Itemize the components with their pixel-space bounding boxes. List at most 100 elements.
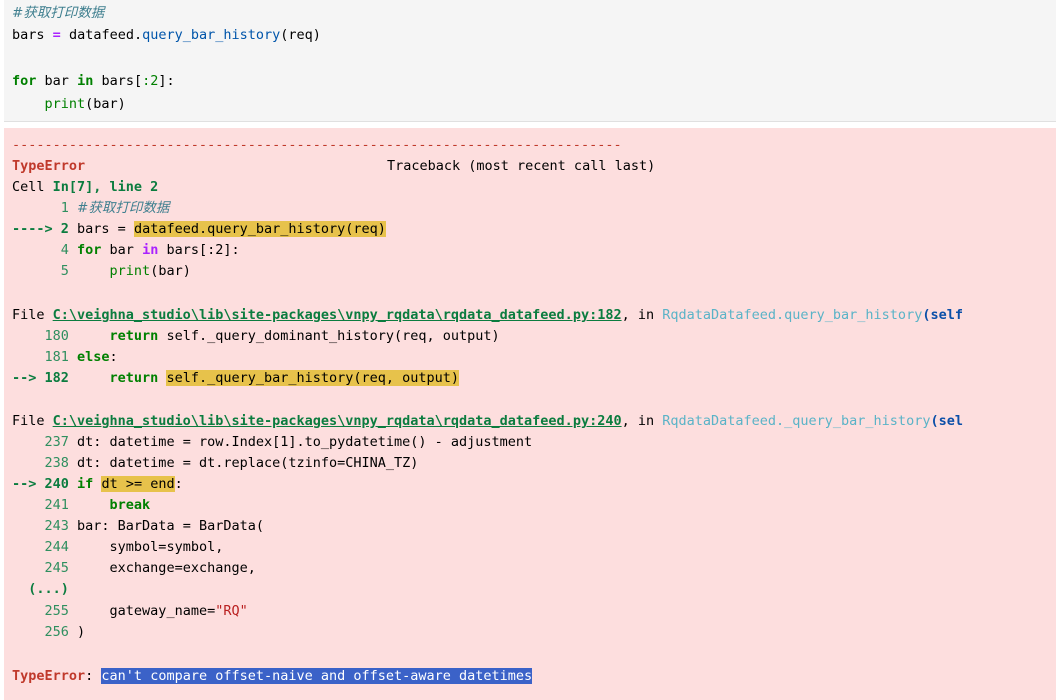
line-number: 245 [12, 560, 69, 576]
cell-reference: Cell In[7], line 2 [12, 177, 158, 198]
code-token: (bar) [85, 96, 126, 112]
code-operator: = [52, 27, 61, 43]
error-name: TypeError [12, 668, 86, 684]
line-number: 237 [12, 434, 69, 450]
frame3-ellipsis: (...) [12, 579, 69, 600]
line-number: 181 [12, 349, 69, 365]
frame3-line: 238 dt: datetime = dt.replace(tzinfo=CHI… [12, 453, 419, 474]
line-number: 1 [12, 200, 69, 216]
code-token: : [109, 349, 118, 365]
traceback-separator: ----------------------------------------… [12, 137, 622, 153]
code-token: bar [44, 73, 69, 89]
cell-prefix: Cell [12, 179, 53, 195]
traceback-label: Traceback (most recent call last) [387, 158, 656, 174]
final-error-line: TypeError: can't compare offset-naive an… [12, 666, 533, 687]
self-param: self [930, 307, 963, 323]
error-message[interactable]: can't compare offset-naive and offset-aw… [101, 668, 533, 684]
file-reference-2: File C:\veighna_studio\lib\site-packages… [12, 411, 963, 432]
code-token: symbol=symbol, [68, 539, 224, 555]
error-highlight: datafeed.query_bar_history(req) [133, 221, 386, 237]
code-keyword: else [68, 349, 110, 365]
frame3-line: 241 break [12, 495, 151, 516]
in-label: , in [621, 307, 663, 323]
file-prefix: File [12, 307, 53, 323]
code-token: datafeed [68, 27, 134, 43]
code-token: ) [68, 624, 86, 640]
file-prefix: File [12, 413, 53, 429]
code-token: exchange=exchange, [68, 560, 256, 576]
code-cell[interactable]: #获取打印数据 bars = datafeed.query_bar_histor… [4, 0, 1056, 122]
skipped-lines-marker: (...) [12, 581, 69, 597]
code-token: ( [930, 413, 939, 429]
code-token: bars [101, 73, 134, 89]
frame1-line: 4 for bar in bars[:2]: [12, 240, 240, 261]
error-separator: : [85, 668, 102, 684]
code-token: bars = [68, 221, 134, 237]
code-line-5: print(bar) [12, 94, 126, 115]
traceback-header: TypeError Traceback (most recent call las… [12, 156, 655, 177]
frame3-line: 244 symbol=symbol, [12, 537, 224, 558]
file-path-link[interactable]: C:\veighna_studio\lib\site-packages\vnpy… [53, 413, 622, 429]
in-label: , in [621, 413, 663, 429]
code-keyword: for [68, 242, 102, 258]
code-token: (req) [280, 27, 321, 43]
line-number: 255 [12, 603, 69, 619]
line-number: 5 [12, 263, 69, 279]
line-number: 243 [12, 518, 69, 534]
current-line-marker: --> 182 [12, 370, 69, 386]
code-comment: #获取打印数据 [12, 5, 105, 21]
frame1-line-current: ----> 2 bars = datafeed.query_bar_histor… [12, 219, 386, 240]
code-keyword: in [142, 242, 159, 258]
code-line-1: #获取打印数据 [12, 3, 104, 24]
frame2-line-current: --> 182 return self._query_bar_history(r… [12, 368, 460, 389]
code-number: :2 [142, 73, 159, 89]
code-line-4: for bar in bars[:2]: [12, 71, 175, 92]
code-token: bars[:2]: [158, 242, 240, 258]
code-token: bar: BarData = BarData( [68, 518, 264, 534]
code-token: dt: datetime = row.Index[1].to_pydatetim… [68, 434, 533, 450]
code-keyword: return [68, 328, 159, 344]
code-token: dt: datetime = dt.replace(tzinfo=CHINA_T… [68, 455, 419, 471]
code-comment: #获取打印数据 [77, 200, 170, 216]
frame1-line: 5 print(bar) [12, 261, 191, 282]
error-highlight: self._query_bar_history(req, output) [166, 370, 460, 386]
line-number: 180 [12, 328, 69, 344]
code-token: : [174, 476, 183, 492]
code-token: bar [101, 242, 143, 258]
code-line-2: bars = datafeed.query_bar_history(req) [12, 27, 321, 43]
code-keyword: return [68, 370, 159, 386]
error-output: ----------------------------------------… [4, 128, 1056, 700]
frame3-line: 256 ) [12, 622, 86, 643]
code-token: gateway_name= [68, 603, 216, 619]
code-token: self._query_dominant_history(req, output… [158, 328, 500, 344]
code-keyword: for [12, 73, 37, 89]
line-number: 244 [12, 539, 69, 555]
frame2-line: 181 else: [12, 347, 118, 368]
code-builtin: print [44, 96, 86, 112]
frame3-line-current: --> 240 if dt >= end: [12, 474, 183, 495]
code-token: bars [12, 27, 45, 43]
code-token: (bar) [150, 263, 191, 279]
line-number: 238 [12, 455, 69, 471]
file-reference-1: File C:\veighna_studio\lib\site-packages… [12, 305, 963, 326]
code-token: [ [133, 73, 143, 89]
error-highlight: dt >= end [101, 476, 175, 492]
frame3-line: 237 dt: datetime = row.Index[1].to_pydat… [12, 432, 533, 453]
code-token: ] [158, 73, 167, 89]
line-number: 4 [12, 242, 69, 258]
cell-location: In[7], line 2 [52, 179, 159, 195]
error-name: TypeError [12, 158, 86, 174]
frame3-line: 245 exchange=exchange, [12, 558, 256, 579]
line-number: 241 [12, 497, 69, 513]
file-path-link[interactable]: C:\veighna_studio\lib\site-packages\vnpy… [53, 307, 622, 323]
code-token: : [166, 73, 175, 89]
frame3-line: 255 gateway_name="RQ" [12, 601, 248, 622]
frame1-line: 1 #获取打印数据 [12, 198, 170, 219]
line-number: 256 [12, 624, 69, 640]
frame3-line: 243 bar: BarData = BarData( [12, 516, 264, 537]
code-builtin: print [68, 263, 151, 279]
code-keyword: if [68, 476, 94, 492]
self-param: sel [938, 413, 963, 429]
code-keyword: break [68, 497, 151, 513]
